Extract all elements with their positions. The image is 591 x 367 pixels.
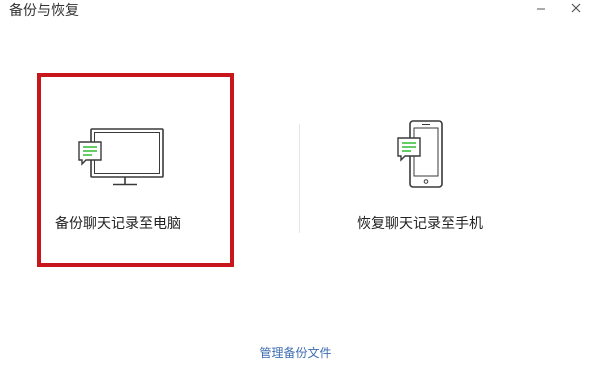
backup-option-label: 备份聊天记录至电脑 (55, 216, 181, 232)
restore-option-label: 恢复聊天记录至手机 (357, 216, 483, 232)
close-button[interactable] (566, 0, 586, 18)
close-icon (571, 3, 581, 13)
minimize-icon (537, 8, 545, 10)
manage-backup-files-link[interactable]: 管理备份文件 (0, 345, 591, 361)
phone-chat-icon (397, 120, 443, 188)
monitor-chat-icon (78, 128, 164, 186)
option-divider (299, 124, 300, 233)
backup-to-computer-option[interactable]: 备份聊天记录至电脑 (37, 73, 234, 267)
window-title: 备份与恢复 (9, 3, 79, 19)
minimize-button[interactable] (531, 0, 551, 18)
restore-to-phone-option[interactable]: 恢复聊天记录至手机 (332, 73, 529, 267)
